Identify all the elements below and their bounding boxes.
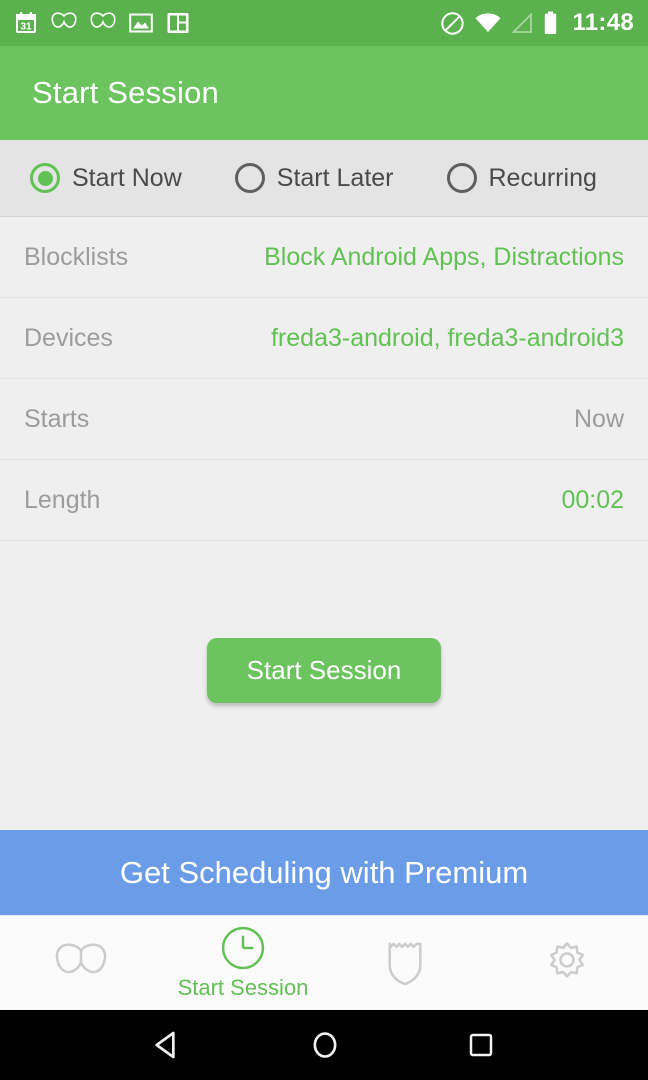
calendar-icon: 31: [16, 12, 36, 33]
start-session-button[interactable]: Start Session: [206, 638, 442, 703]
home-icon[interactable]: [309, 1029, 341, 1061]
status-bar-system-icons: 11:48: [440, 9, 634, 37]
cell-signal-icon: [511, 12, 533, 33]
radio-recurring[interactable]: Recurring: [446, 163, 597, 193]
radio-label-start-now: Start Now: [72, 163, 182, 192]
back-icon[interactable]: [152, 1029, 184, 1061]
android-navigation-bar: [0, 1010, 648, 1080]
status-bar: 31 11:48: [0, 0, 648, 46]
tab-shield[interactable]: [324, 916, 486, 1010]
main-content-area: Start Session: [0, 541, 648, 830]
phone-screen: 31 11:48 Start Session Start Now Start L…: [0, 0, 648, 1080]
row-starts[interactable]: Starts Now: [0, 379, 648, 460]
row-label-blocklists: Blocklists: [24, 242, 129, 271]
tab-label-start-session: Start Session: [177, 975, 309, 1000]
bottom-tab-bar: Start Session: [0, 915, 648, 1010]
row-value-length: 00:02: [561, 485, 624, 514]
premium-banner-label: Get Scheduling with Premium: [119, 854, 529, 890]
session-mode-selector: Start Now Start Later Recurring: [0, 140, 648, 217]
shield-icon: [388, 942, 422, 986]
radio-start-later[interactable]: Start Later: [234, 163, 394, 193]
row-label-length: Length: [24, 485, 101, 514]
status-bar-notifications: 31: [14, 11, 190, 35]
row-devices[interactable]: Devices freda3-android, freda3-android3: [0, 298, 648, 379]
butterfly-icon: [55, 943, 107, 974]
gear-icon: [550, 942, 584, 978]
row-value-devices: freda3-android, freda3-android3: [270, 323, 624, 352]
svg-text:31: 31: [20, 22, 32, 33]
premium-banner[interactable]: Get Scheduling with Premium: [0, 830, 648, 915]
row-value-blocklists: Block Android Apps, Distractions: [264, 242, 624, 271]
wifi-icon: [475, 12, 501, 32]
row-length[interactable]: Length 00:02: [0, 460, 648, 541]
recents-icon[interactable]: [466, 1030, 496, 1060]
app-bar: Start Session: [0, 46, 648, 140]
status-bar-clock: 11:48: [572, 9, 634, 36]
tab-settings[interactable]: [486, 916, 648, 1010]
panel-icon: [167, 13, 189, 33]
butterfly-icon: [51, 12, 77, 28]
row-label-devices: Devices: [24, 323, 113, 352]
radio-label-start-later: Start Later: [276, 163, 394, 192]
session-details-list: Blocklists Block Android Apps, Distracti…: [0, 217, 648, 541]
butterfly-icon: [90, 12, 116, 28]
do-not-disturb-icon: [441, 11, 465, 35]
row-label-starts: Starts: [24, 404, 90, 433]
tab-blocklists[interactable]: [0, 916, 162, 1010]
radio-mark-recurring: [446, 163, 477, 193]
radio-label-recurring: Recurring: [488, 163, 597, 192]
radio-start-now[interactable]: Start Now: [30, 163, 182, 193]
row-value-starts: Now: [573, 404, 624, 433]
tab-start-session[interactable]: Start Session: [162, 916, 324, 1010]
page-title: Start Session: [32, 75, 219, 110]
row-blocklists[interactable]: Blocklists Block Android Apps, Distracti…: [0, 217, 648, 298]
clock-icon: [221, 926, 265, 970]
photo-icon: [129, 13, 153, 33]
radio-mark-start-now: [30, 163, 60, 193]
battery-icon: [545, 11, 557, 34]
radio-mark-start-later: [234, 163, 265, 193]
